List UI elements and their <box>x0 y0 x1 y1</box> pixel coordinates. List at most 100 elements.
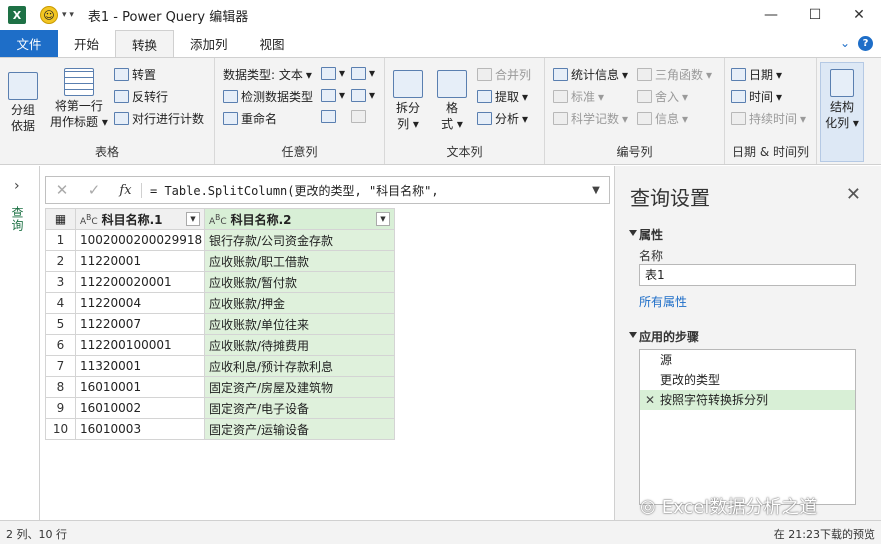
transpose-button[interactable]: 转置 <box>114 66 156 83</box>
table-row[interactable]: 6 112200100001 应收账款/待摊费用 <box>45 334 395 356</box>
data-grid: ▦ ABC 科目名称.1 ▼ ABC 科目名称.2 ▼ 1 100200020002991… <box>45 208 395 440</box>
watermark: ◎ Excel数据分析之道 <box>640 495 818 519</box>
convert-to-list-button[interactable] <box>351 110 366 123</box>
group-label-table: 表格 <box>94 145 119 159</box>
tab-transform[interactable]: 转换 <box>115 30 175 57</box>
status-row-count: 2 列、10 行 <box>6 528 67 541</box>
fill-down-button[interactable]: ▾ <box>321 88 345 102</box>
column-filter-icon[interactable]: ▼ <box>376 212 390 226</box>
minimize-button[interactable]: — <box>749 0 793 30</box>
excel-app-icon: X <box>8 6 26 24</box>
text-type-icon[interactable]: ABC <box>80 213 98 227</box>
column-header-1[interactable]: ABC 科目名称.1 ▼ <box>75 208 205 230</box>
pivot-icon <box>351 88 366 102</box>
table-menu-icon[interactable]: ▦ <box>45 208 76 230</box>
count-rows-button[interactable]: 对行进行计数 <box>114 110 204 127</box>
expand-formula-icon[interactable]: ▼ <box>583 185 609 196</box>
standard-icon <box>553 90 568 103</box>
stopwatch-icon <box>731 112 746 125</box>
step-source[interactable]: 源 <box>640 350 855 370</box>
ribbon-tabs: 文件 开始 转换 添加列 视图 ⌄ ? <box>0 30 881 57</box>
rounding-icon <box>637 90 652 103</box>
fx-icon[interactable]: fx <box>110 182 142 198</box>
close-settings-icon[interactable]: ✕ <box>846 184 861 205</box>
rounding-button[interactable]: 舍入 ▾ <box>637 88 688 105</box>
format-button[interactable]: 格 式 ▾ <box>437 70 467 132</box>
table-row[interactable]: 2 11220001 应收账款/职工借款 <box>45 250 395 272</box>
applied-steps-section[interactable]: 应用的步骤 <box>628 328 699 345</box>
collapse-ribbon-icon[interactable]: ⌄ <box>840 36 850 51</box>
parse-button[interactable]: 分析 ▾ <box>477 110 528 127</box>
formula-input[interactable]: = Table.SplitColumn(更改的类型, "科目名称", <box>142 182 583 199</box>
scientific-button[interactable]: 科学记数 ▾ <box>553 110 628 127</box>
extract-button[interactable]: 提取 ▾ <box>477 88 528 105</box>
tab-home[interactable]: 开始 <box>58 30 115 57</box>
table-row[interactable]: 5 11220007 应收账款/单位往来 <box>45 313 395 335</box>
structured-column-icon <box>830 69 854 97</box>
query-name-input[interactable]: 表1 <box>639 264 856 286</box>
table-row[interactable]: 3 112200020001 应收账款/暂付款 <box>45 271 395 293</box>
structured-column-button[interactable]: 结构 化列 ▾ <box>820 62 864 162</box>
cancel-formula-icon[interactable]: ✕ <box>46 181 78 199</box>
reverse-rows-button[interactable]: 反转行 <box>114 88 168 105</box>
maximize-button[interactable]: ☐ <box>793 0 837 30</box>
split-column-button[interactable]: 拆分 列 ▾ <box>393 70 423 132</box>
information-button[interactable]: 信息 ▾ <box>637 110 688 127</box>
group-datetime-column: 日期 ▾ 时间 ▾ 持续时间 ▾ 日期 & 时间列 <box>725 58 817 164</box>
delete-step-icon[interactable]: ✕ <box>645 390 655 410</box>
tab-view[interactable]: 视图 <box>244 30 301 57</box>
step-split-column[interactable]: ✕ 按照字符转换拆分列 <box>640 390 855 410</box>
table-row[interactable]: 8 16010001 固定资产/房屋及建筑物 <box>45 376 395 398</box>
table-headers-icon <box>63 68 94 96</box>
time-button[interactable]: 时间 ▾ <box>731 88 782 105</box>
table-row[interactable]: 4 11220004 应收账款/押金 <box>45 292 395 314</box>
group-by-button[interactable]: 分组 依据 <box>8 72 38 134</box>
fill-button[interactable]: ▾ <box>351 66 375 80</box>
close-button[interactable]: ✕ <box>837 0 881 30</box>
use-first-row-button[interactable]: 将第一行 用作标题 ▾ <box>50 68 108 130</box>
column-header-2[interactable]: ABC 科目名称.2 ▼ <box>204 208 395 230</box>
table-row[interactable]: 7 11320001 应收利息/预计存款利息 <box>45 355 395 377</box>
smiley-feedback-icon[interactable]: ☺ <box>40 6 58 24</box>
data-type-dropdown[interactable]: 数据类型: 文本 ▾ <box>223 66 312 83</box>
tab-add-column[interactable]: 添加列 <box>174 30 244 57</box>
group-label-number-column: 编号列 <box>616 145 653 159</box>
confirm-formula-icon[interactable]: ✓ <box>78 181 110 199</box>
group-text-column: 拆分 列 ▾ 格 式 ▾ 合并列 提取 ▾ 分析 ▾ 文本列 <box>385 58 545 164</box>
table-row[interactable]: 10 16010003 固定资产/运输设备 <box>45 418 395 440</box>
duration-button[interactable]: 持续时间 ▾ <box>731 110 806 127</box>
properties-section[interactable]: 属性 <box>628 226 663 243</box>
statistics-button[interactable]: 统计信息 ▾ <box>553 66 628 83</box>
replace-values-icon <box>321 66 336 80</box>
wechat-icon: ◎ <box>640 495 656 517</box>
group-by-icon <box>8 72 38 100</box>
detect-type-button[interactable]: 检测数据类型 <box>223 88 313 105</box>
text-type-icon[interactable]: ABC <box>209 213 227 227</box>
trigonometry-button[interactable]: 三角函数 ▾ <box>637 66 712 83</box>
queries-label[interactable]: 查询 <box>10 206 26 232</box>
help-icon[interactable]: ? <box>858 36 873 51</box>
tab-file[interactable]: 文件 <box>0 30 58 57</box>
date-button[interactable]: 日期 ▾ <box>731 66 782 83</box>
pivot-column-button[interactable]: ▾ <box>351 88 375 102</box>
triangle-icon <box>637 68 652 81</box>
merge-columns-button[interactable]: 合并列 <box>477 66 531 83</box>
transpose-icon <box>114 68 129 81</box>
sigma-icon <box>553 68 568 81</box>
detect-type-icon <box>223 90 238 103</box>
table-row[interactable]: 1 1002000200029918 银行存款/公司资金存款 <box>45 229 395 251</box>
applied-steps-list: 源 更改的类型 ✕ 按照字符转换拆分列 <box>639 349 856 505</box>
standard-button[interactable]: 标准 ▾ <box>553 88 604 105</box>
all-properties-link[interactable]: 所有属性 <box>639 293 687 310</box>
replace-values-button[interactable]: ▾ <box>321 66 345 80</box>
rename-button[interactable]: 重命名 <box>223 110 277 127</box>
table-row[interactable]: 9 16010002 固定资产/电子设备 <box>45 397 395 419</box>
quick-access-dropdown-icon[interactable]: ▾ ▾ <box>62 10 74 20</box>
step-changed-type[interactable]: 更改的类型 <box>640 370 855 390</box>
expand-queries-icon[interactable]: › <box>14 178 20 194</box>
move-button[interactable] <box>321 110 336 123</box>
group-any-column: 数据类型: 文本 ▾ 检测数据类型 重命名 ▾ ▾ ▾ ▾ 任意列 <box>215 58 385 164</box>
fill-down-icon <box>321 88 336 102</box>
rename-icon <box>223 112 238 125</box>
column-filter-icon[interactable]: ▼ <box>186 212 200 226</box>
